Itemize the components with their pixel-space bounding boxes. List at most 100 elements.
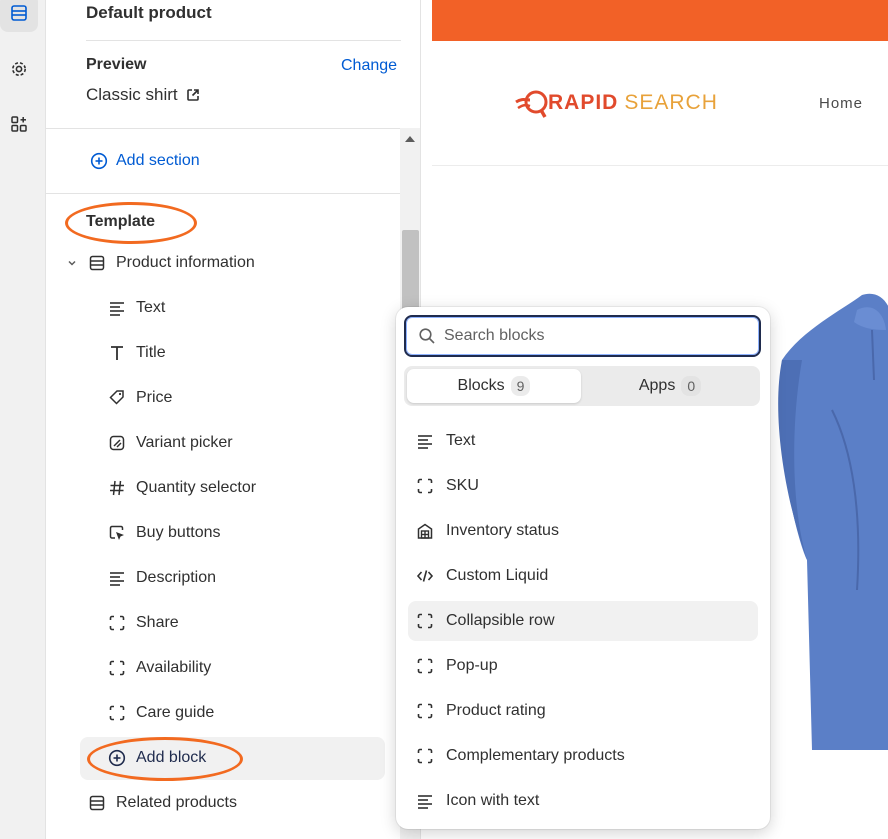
search-blocks-input[interactable] [444, 327, 744, 345]
block-label: Availability [136, 659, 212, 676]
block-option-label: Product rating [446, 702, 546, 719]
block-label: Share [136, 614, 179, 631]
tab-blocks[interactable]: Blocks 9 [407, 369, 581, 403]
search-icon [419, 328, 435, 344]
block-option-product-rating[interactable]: Product rating [408, 691, 758, 731]
block-option-sku[interactable]: SKU [408, 466, 758, 506]
change-preview-link[interactable]: Change [341, 57, 397, 75]
block-option-icon-with-text[interactable]: Icon with text [408, 781, 758, 821]
preview-product[interactable]: Classic shirt [86, 85, 200, 105]
gear-icon [12, 62, 26, 76]
block-label: Care guide [136, 704, 215, 721]
section-icon [89, 795, 105, 811]
block-option-label: SKU [446, 477, 479, 494]
logo-text-search: SEARCH [624, 91, 718, 114]
dashed-square-icon [417, 748, 433, 764]
plus-circle-icon [90, 152, 108, 170]
block-option-pop-up[interactable]: Pop-up [408, 646, 758, 686]
inventory-icon [417, 523, 433, 539]
block-option-label: Collapsible row [446, 612, 555, 629]
settings-rail-button[interactable] [0, 50, 38, 88]
block-option-complementary-products[interactable]: Complementary products [408, 736, 758, 776]
store-header: RAPID SEARCH Home [432, 41, 888, 166]
block-type-tabs: Blocks 9 Apps 0 [404, 366, 760, 406]
block-row-availability[interactable]: Availability [108, 656, 211, 680]
add-section-label: Add section [116, 152, 200, 169]
dashed-square-icon [109, 660, 125, 676]
block-option-label: Pop-up [446, 657, 498, 674]
apps-rail-button[interactable] [0, 105, 38, 143]
block-option-label: Icon with text [446, 792, 540, 809]
dashed-square-icon [417, 478, 433, 494]
block-row-share[interactable]: Share [108, 611, 179, 635]
hash-icon [110, 480, 124, 496]
block-label: Price [136, 389, 173, 406]
block-row-care-guide[interactable]: Care guide [108, 701, 214, 725]
block-option-label: Inventory status [446, 522, 559, 539]
sections-icon [11, 5, 27, 21]
dashed-square-icon [417, 613, 433, 629]
preview-label: Preview [86, 56, 147, 73]
logo-mark-icon [515, 90, 548, 118]
plus-circle-icon [108, 749, 126, 767]
nav-home-link[interactable]: Home [819, 95, 863, 112]
block-label: Buy buttons [136, 524, 221, 541]
section-related-products[interactable]: Related products [88, 791, 237, 815]
section-label: Related products [116, 794, 237, 811]
block-row-quantity-selector[interactable]: Quantity selector [108, 476, 256, 500]
chevron-down-icon [68, 260, 76, 266]
count-badge: 0 [681, 376, 702, 396]
store-logo[interactable]: RAPID SEARCH [514, 86, 718, 120]
scroll-up-arrow-icon[interactable] [405, 136, 415, 142]
variant-icon [109, 435, 125, 451]
tab-label: Blocks [457, 377, 505, 394]
search-blocks-field[interactable] [404, 315, 761, 357]
logo-text-rapid: RAPID [548, 91, 619, 114]
block-label: Title [136, 344, 166, 361]
section-label: Product information [116, 254, 255, 271]
price-tag-icon [109, 390, 124, 405]
block-option-label: Text [446, 432, 476, 449]
block-row-price[interactable]: Price [108, 386, 172, 410]
block-option-inventory-status[interactable]: Inventory status [408, 511, 758, 551]
preview-product-name: Classic shirt [86, 85, 178, 104]
block-option-label: Custom Liquid [446, 567, 549, 584]
block-label: Quantity selector [136, 479, 257, 496]
title-icon [111, 346, 123, 360]
add-section-button[interactable]: Add section [90, 152, 200, 170]
divider [86, 40, 401, 41]
block-option-text[interactable]: Text [408, 421, 758, 461]
text-icon [418, 795, 432, 809]
block-option-custom-liquid[interactable]: Custom Liquid [408, 556, 758, 596]
cursor-icon [109, 525, 124, 540]
block-row-variant-picker[interactable]: Variant picker [108, 431, 233, 455]
block-label: Text [136, 299, 166, 316]
announcement-bar [432, 0, 888, 41]
block-option-collapsible-row[interactable]: Collapsible row [408, 601, 758, 641]
divider [46, 193, 400, 194]
template-title: Default product [86, 3, 212, 22]
editor-panel: Default product Preview Change Classic s… [46, 0, 421, 839]
text-icon [110, 302, 124, 316]
dashed-square-icon [417, 703, 433, 719]
block-label: Description [136, 569, 217, 586]
text-icon [418, 435, 432, 449]
add-block-button[interactable]: Add block [108, 746, 206, 770]
block-row-description[interactable]: Description [108, 566, 216, 590]
dashed-square-icon [417, 658, 433, 674]
count-badge: 9 [510, 376, 531, 396]
template-group-label: Template [86, 213, 156, 230]
dashed-square-icon [109, 615, 125, 631]
dashed-square-icon [109, 705, 125, 721]
sections-rail-button[interactable] [0, 0, 38, 32]
tab-apps[interactable]: Apps 0 [583, 369, 757, 403]
block-row-buy-buttons[interactable]: Buy buttons [108, 521, 221, 545]
external-link-icon [186, 89, 199, 101]
section-product-information[interactable]: Product information [66, 251, 255, 275]
block-row-title[interactable]: Title [108, 341, 166, 365]
tab-label: Apps [638, 377, 676, 394]
code-icon [416, 570, 434, 582]
divider [46, 128, 400, 129]
block-row-text[interactable]: Text [108, 296, 165, 320]
product-image[interactable] [762, 290, 888, 750]
